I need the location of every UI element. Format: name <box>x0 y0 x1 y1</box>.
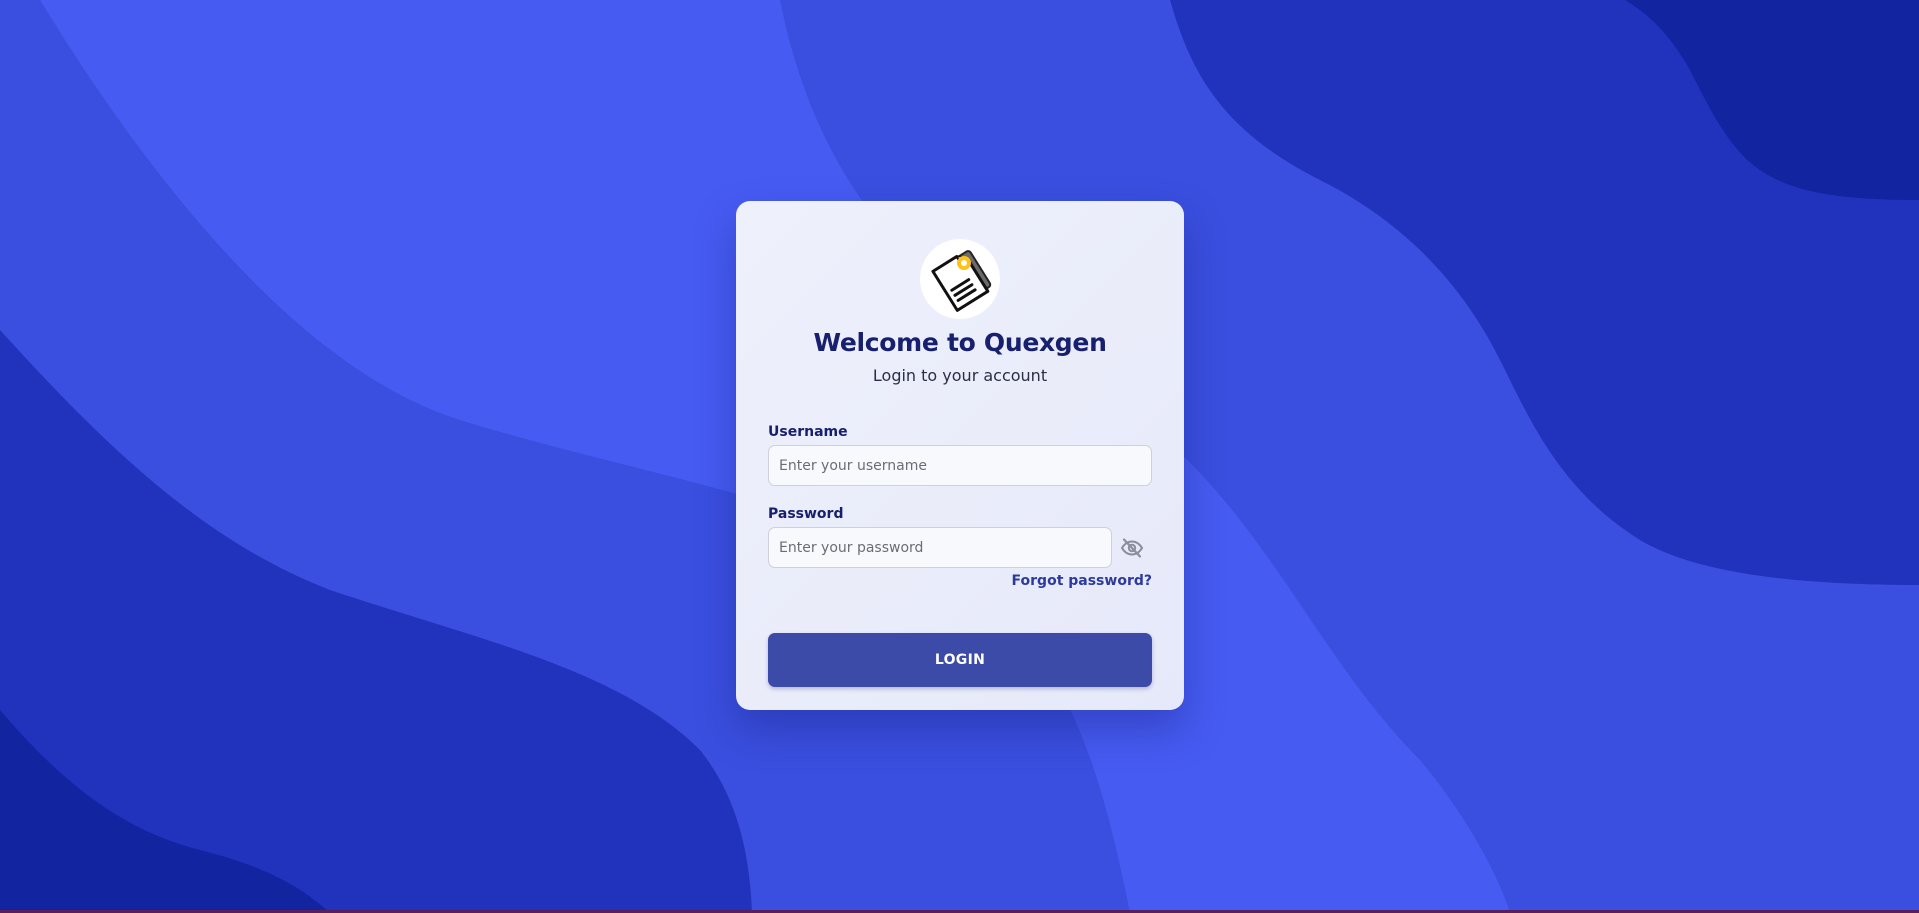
username-label: Username <box>768 424 848 440</box>
password-label: Password <box>768 506 844 522</box>
document-icon <box>920 239 1000 319</box>
eye-off-icon[interactable] <box>1120 536 1144 560</box>
login-card: Welcome to Quexgen Login to your account… <box>736 201 1184 710</box>
login-button[interactable]: LOGIN <box>768 633 1152 687</box>
page-title: Welcome to Quexgen <box>813 328 1107 357</box>
forgot-password-link[interactable]: Forgot password? <box>1012 573 1152 589</box>
page-subtitle: Login to your account <box>872 366 1048 385</box>
password-input[interactable] <box>768 527 1112 568</box>
username-input[interactable] <box>768 445 1152 486</box>
